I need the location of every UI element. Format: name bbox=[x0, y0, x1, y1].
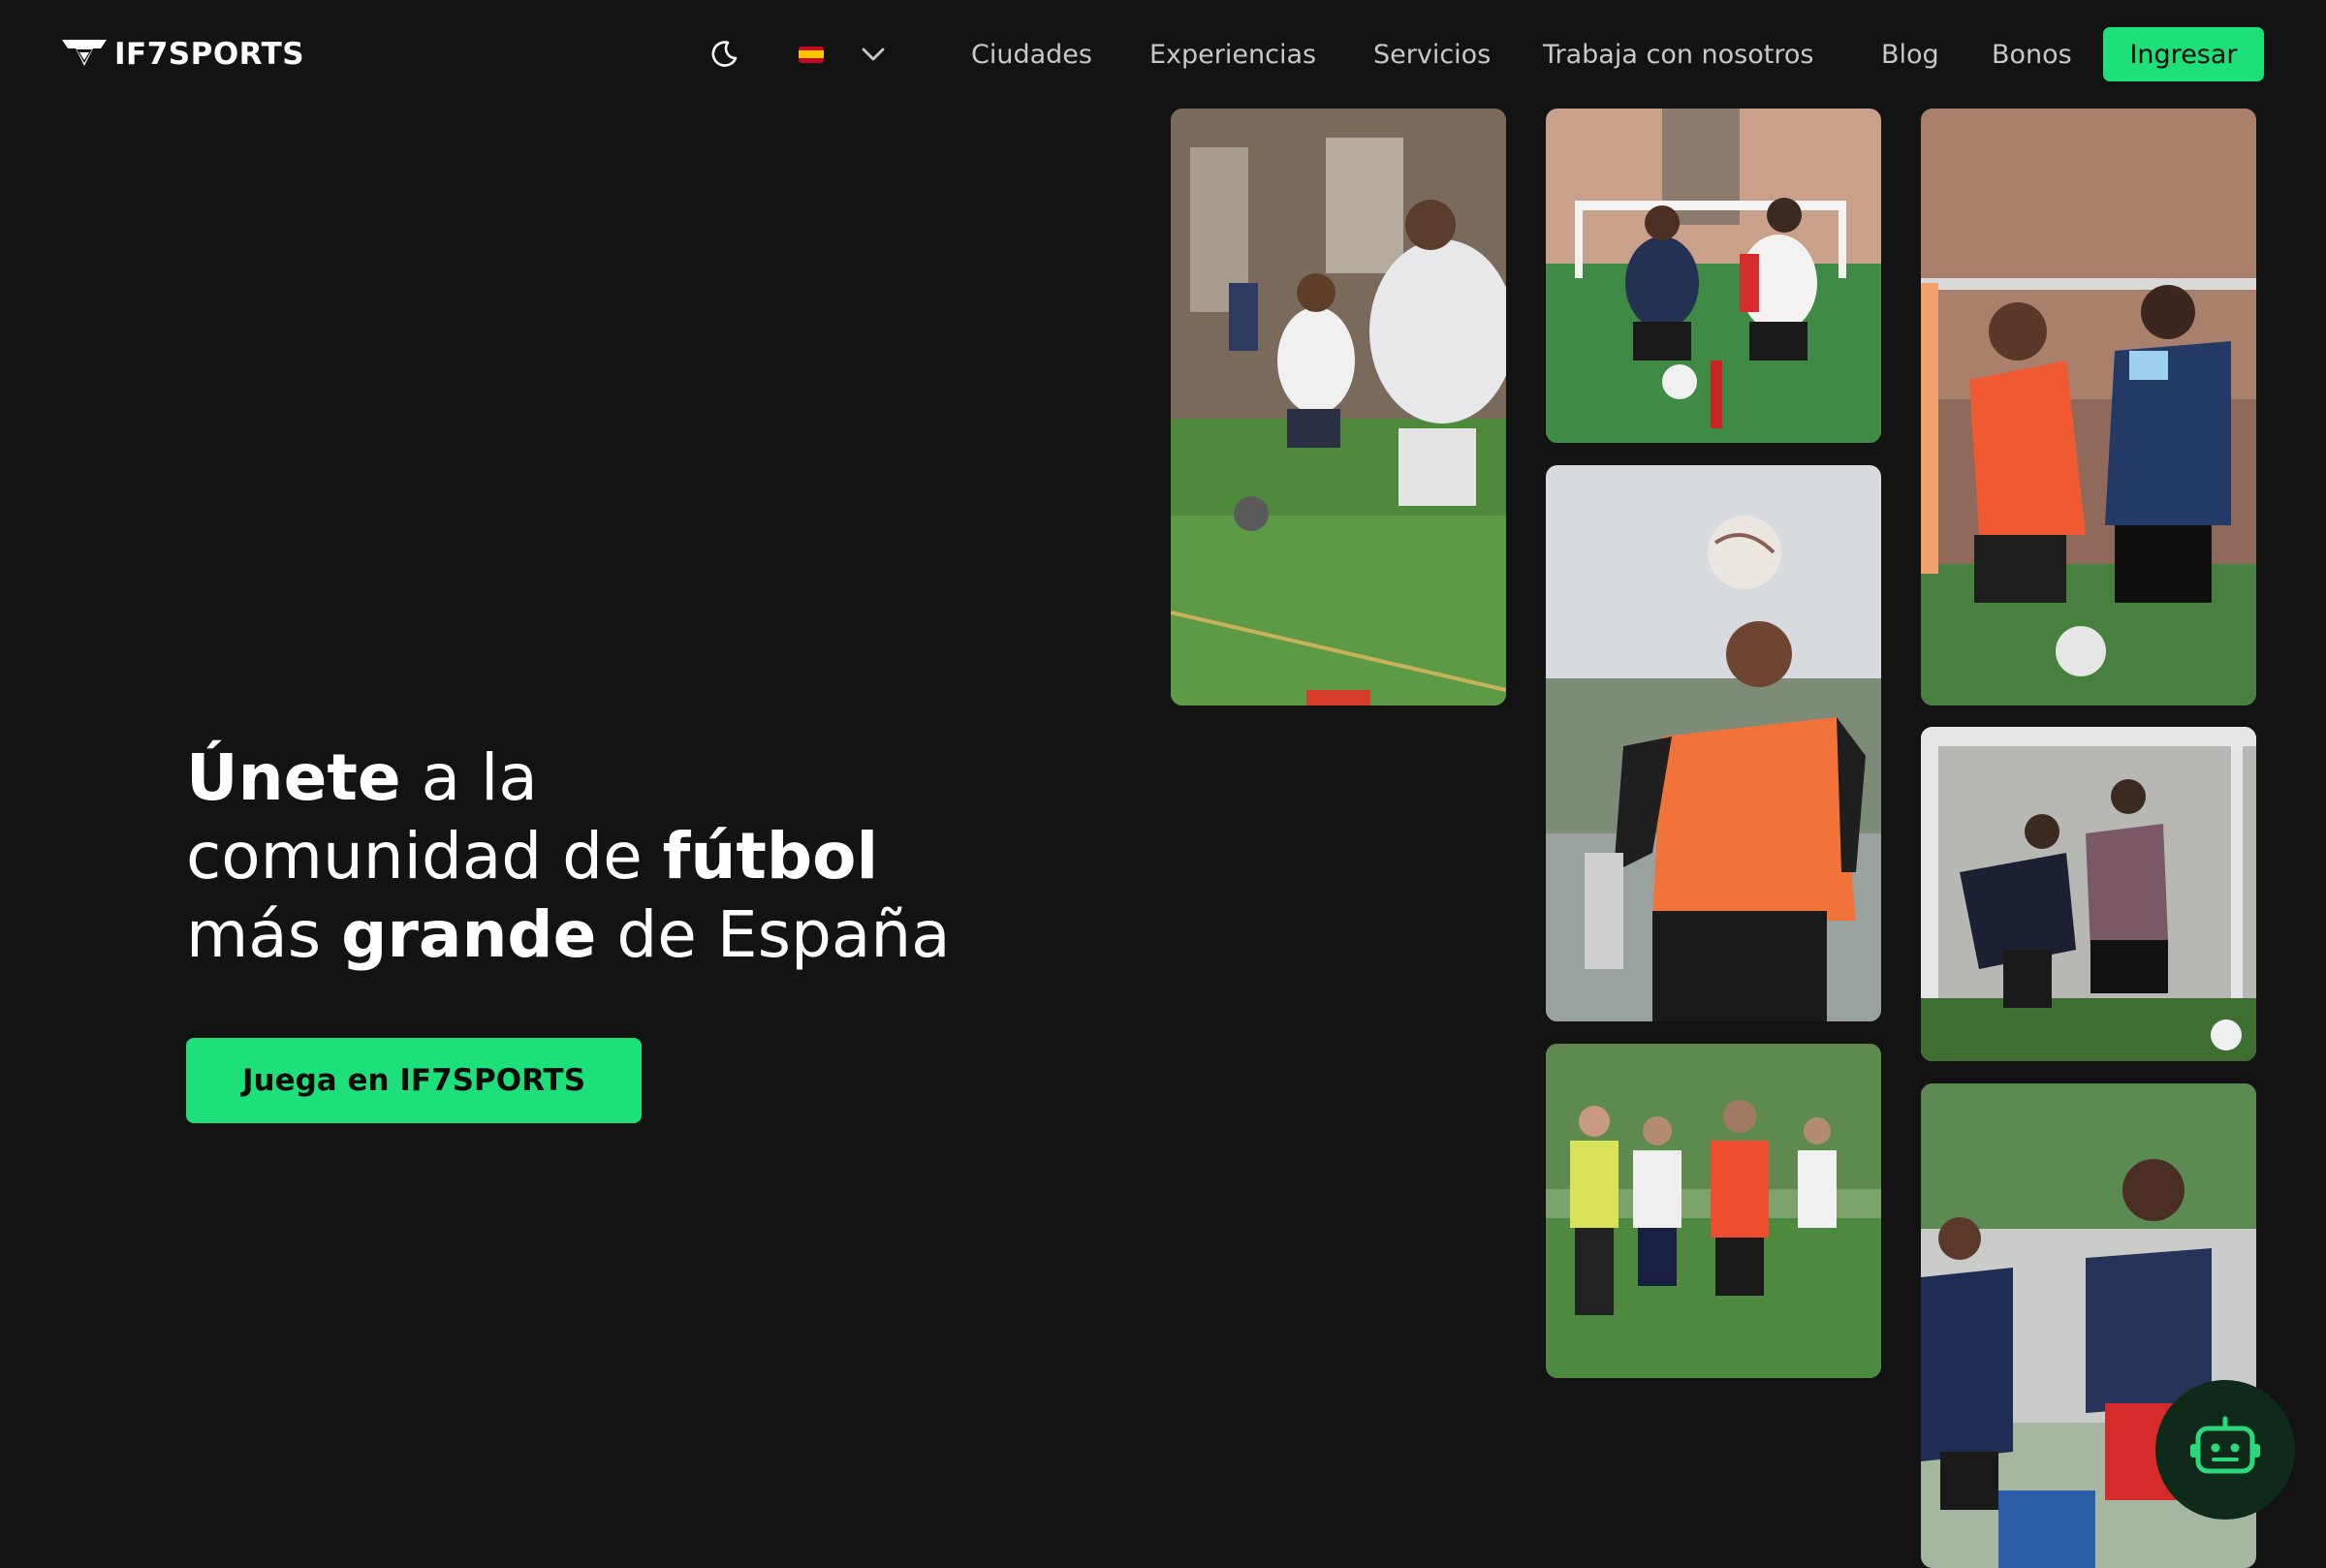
photo-players-dribbling bbox=[1171, 109, 1506, 706]
spain-flag-icon bbox=[799, 46, 824, 63]
moon-icon bbox=[711, 41, 738, 67]
nav-link-ciudades[interactable]: Ciudades bbox=[971, 27, 1092, 81]
hero-title-line1-rest: a la bbox=[400, 740, 538, 815]
hero-title-word-unete: Únete bbox=[186, 740, 401, 815]
hero-title: Únete a la comunidad de fútbol más grand… bbox=[186, 738, 1058, 974]
robot-icon bbox=[2190, 1416, 2260, 1474]
chevron-down-icon bbox=[862, 47, 885, 61]
login-button[interactable]: Ingresar bbox=[2103, 27, 2264, 81]
hero-title-line3-rest: de España bbox=[596, 897, 951, 972]
photo-tackle-match bbox=[1546, 109, 1881, 443]
hero-title-word-grande: grande bbox=[341, 897, 597, 972]
brand-name: IF7SPORTS bbox=[114, 37, 305, 72]
photo-goalkeeper-shot bbox=[1921, 727, 2256, 1061]
chatbot-button[interactable] bbox=[2155, 1380, 2295, 1520]
hero-title-line3-start: más bbox=[186, 897, 342, 972]
photo-team-briefing bbox=[1546, 1044, 1881, 1378]
photo-header-orange-bib bbox=[1546, 465, 1881, 1021]
theme-toggle-button[interactable] bbox=[705, 35, 743, 74]
nav-link-blog[interactable]: Blog bbox=[1881, 27, 1939, 81]
photo-players-duel bbox=[1921, 109, 2256, 706]
nav-link-trabaja[interactable]: Trabaja con nosotros bbox=[1543, 27, 1813, 81]
language-selector[interactable] bbox=[799, 35, 888, 74]
hero-title-word-futbol: fútbol bbox=[662, 819, 879, 894]
logo-icon bbox=[62, 40, 107, 66]
brand-logo[interactable]: IF7SPORTS bbox=[60, 35, 304, 74]
site-header: IF7SPORTS Ciudades Experiencias Servicio… bbox=[0, 0, 2326, 107]
nav-link-experiencias[interactable]: Experiencias bbox=[1149, 27, 1316, 81]
nav-link-servicios[interactable]: Servicios bbox=[1373, 27, 1491, 81]
play-cta-button[interactable]: Juega en IF7SPORTS bbox=[186, 1038, 642, 1123]
hero-title-line2-start: comunidad de bbox=[186, 819, 663, 894]
nav-link-bonos[interactable]: Bonos bbox=[1992, 27, 2072, 81]
